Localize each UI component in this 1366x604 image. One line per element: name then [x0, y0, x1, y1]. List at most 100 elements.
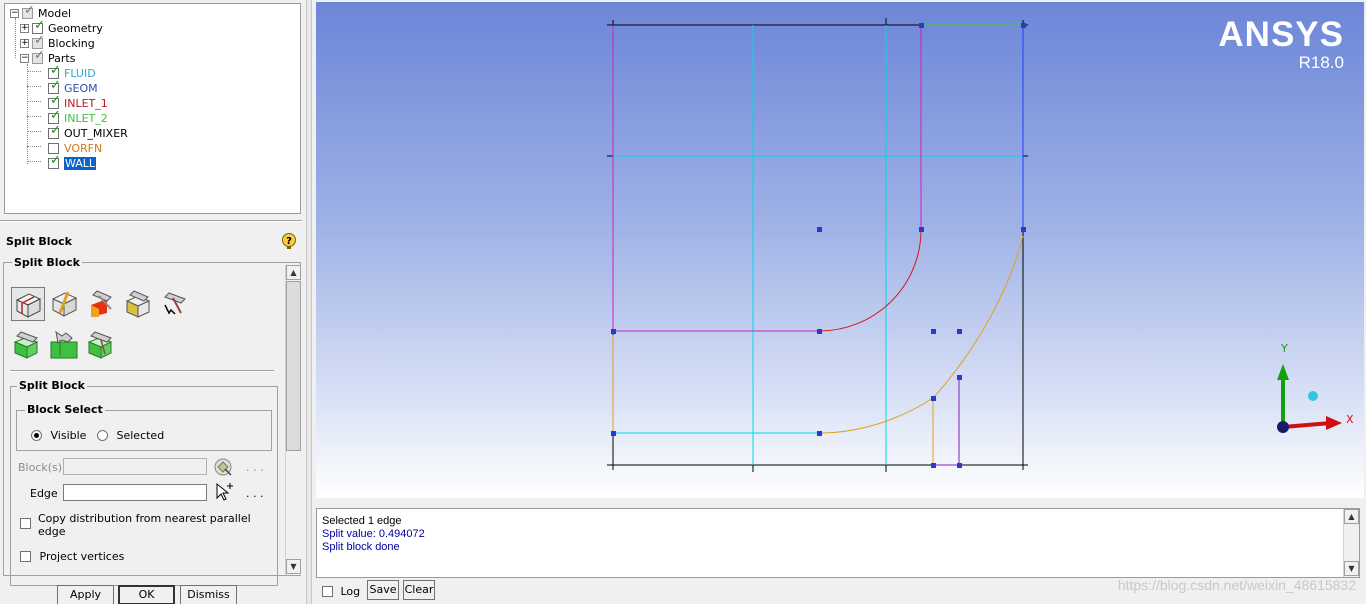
message-scrollbar[interactable]: ▲ ▼ — [1343, 509, 1359, 577]
project-vertices-label: Project vertices — [39, 549, 125, 563]
copy-distribution-label-2: edge — [38, 525, 66, 538]
save-button[interactable]: Save — [367, 580, 399, 600]
brand-name: ANSYS — [1218, 15, 1344, 54]
checkbox-icon[interactable]: ✓ — [32, 49, 45, 64]
scroll-down-icon[interactable]: ▼ — [1344, 561, 1359, 576]
vertex — [957, 375, 962, 380]
tree-item-wall[interactable]: ✓ WALL — [45, 154, 97, 170]
vertex — [931, 463, 936, 468]
section-title: Split Block — [12, 256, 82, 269]
subsection-title: Split Block — [17, 379, 87, 392]
select-edge-cursor-icon[interactable] — [213, 482, 235, 502]
axis-x-label: X — [1346, 413, 1354, 426]
checkbox-icon[interactable] — [20, 550, 31, 562]
checkbox-icon[interactable] — [48, 142, 59, 154]
clear-button[interactable]: Clear — [403, 580, 435, 600]
copy-distribution-label: Copy distribution from nearest parallel — [38, 512, 251, 525]
apply-button[interactable]: Apply — [57, 585, 114, 604]
checkbox-icon[interactable]: ✓ — [48, 79, 61, 94]
log-checkbox[interactable]: Log — [322, 584, 360, 598]
ok-button[interactable]: OK — [118, 585, 175, 604]
checkbox-icon[interactable]: ✓ — [48, 64, 61, 79]
checkbox-icon[interactable]: ✓ — [32, 19, 45, 34]
tree-item-geometry[interactable]: + ✓ Geometry — [20, 19, 103, 35]
vertex — [1021, 227, 1026, 232]
checkbox-icon[interactable]: ✓ — [32, 34, 45, 49]
message-line: Split block done — [322, 541, 400, 553]
radio-icon[interactable] — [31, 429, 42, 441]
message-window[interactable]: Selected 1 edge Split value: 0.494072 Sp… — [316, 508, 1360, 578]
inner-arc-edge — [818, 229, 922, 332]
selected-radio[interactable]: Selected — [97, 428, 164, 442]
graphics-viewport[interactable]: Y X ANSYS R18.0 — [316, 2, 1364, 498]
checkbox-icon[interactable] — [20, 518, 31, 529]
tree-item-label: FLUID — [64, 66, 96, 80]
block-select-group: Block Select Visible Selected — [16, 403, 272, 451]
split-free-face-icon[interactable] — [122, 287, 156, 321]
checkbox-icon[interactable]: ✓ — [48, 94, 61, 109]
project-vertices-checkbox[interactable]: Project vertices — [20, 549, 124, 563]
model-tree[interactable]: − ✓ Model + ✓ Geometry + ✓ Blocking − ✓ Parts ✓ F… — [4, 3, 301, 214]
divider — [10, 370, 274, 372]
scroll-down-icon[interactable]: ▼ — [286, 559, 301, 574]
checkbox-icon[interactable]: ✓ — [48, 109, 61, 124]
scroll-up-icon[interactable]: ▲ — [1344, 509, 1359, 524]
tree-item-label: VORFN — [64, 141, 103, 155]
dismiss-button[interactable]: Dismiss — [180, 585, 237, 604]
vertex — [817, 329, 822, 334]
outer-arc-edge — [818, 235, 1024, 434]
checkbox-icon[interactable]: ✓ — [48, 124, 61, 139]
tree-item-parts[interactable]: − ✓ Parts — [20, 49, 75, 65]
extend-split-icon[interactable] — [11, 328, 45, 362]
panel-title: Split Block — [6, 235, 72, 248]
split-y-block-icon[interactable] — [85, 328, 119, 362]
expand-icon[interactable]: + — [20, 23, 29, 33]
blocks-label: Block(s) — [18, 461, 63, 474]
checkbox-icon[interactable] — [322, 585, 333, 597]
tree-item-label: INLET_2 — [64, 111, 108, 125]
blocks-more-dots[interactable]: . . . — [246, 461, 263, 474]
brand-version: R18.0 — [1298, 53, 1344, 72]
tree-item-label: GEOM — [64, 81, 98, 95]
vertex — [931, 396, 936, 401]
vertex — [957, 463, 962, 468]
tree-item-blocking[interactable]: + ✓ Blocking — [20, 34, 95, 50]
scroll-up-icon[interactable]: ▲ — [286, 265, 301, 280]
split-by-edge-icon[interactable] — [48, 328, 82, 362]
visible-label: Visible — [50, 428, 87, 442]
collapse-icon[interactable]: − — [10, 8, 19, 18]
edge-more-dots[interactable]: . . . — [246, 487, 263, 500]
tree-item-label: INLET_1 — [64, 96, 108, 110]
radio-icon[interactable] — [97, 429, 108, 441]
help-icon[interactable]: ? — [281, 232, 297, 250]
visible-radio[interactable]: Visible — [31, 428, 86, 442]
vertex — [931, 329, 936, 334]
collapse-icon[interactable]: − — [20, 53, 29, 63]
tree-item-label: OUT_MIXER — [64, 126, 128, 140]
prescribed-point-split-icon[interactable] — [48, 287, 82, 321]
block-select-title: Block Select — [25, 403, 105, 416]
blocking-drawing: Y X — [607, 18, 1354, 472]
tree-item-label: Geometry — [48, 21, 103, 35]
blocks-field[interactable] — [63, 458, 207, 475]
vertex — [817, 227, 822, 232]
vertex — [611, 431, 616, 436]
panel-scrollbar[interactable]: ▲ ▼ — [285, 265, 301, 575]
select-blocks-icon[interactable] — [213, 457, 235, 477]
svg-text:?: ? — [286, 236, 292, 247]
split-o-grid-icon[interactable] — [159, 287, 193, 321]
checkbox-icon[interactable]: ✓ — [48, 154, 61, 169]
checkbox-icon[interactable]: ✓ — [22, 4, 35, 19]
watermark: https://blog.csdn.net/weixin_48615832 — [1117, 577, 1356, 593]
vertical-splitter[interactable] — [306, 0, 312, 604]
edge-field[interactable] — [63, 484, 207, 501]
message-line: Selected 1 edge — [322, 515, 402, 527]
split-face-icon[interactable] — [85, 287, 119, 321]
split-block-icon[interactable] — [11, 287, 45, 321]
vertex — [1021, 23, 1026, 28]
expand-icon[interactable]: + — [20, 38, 29, 48]
tree-item-label: WALL — [64, 156, 97, 170]
tree-item-out-mixer[interactable]: ✓ OUT_MIXER — [45, 124, 128, 140]
message-line: Split value: 0.494072 — [322, 528, 425, 540]
scroll-thumb[interactable] — [286, 281, 301, 451]
